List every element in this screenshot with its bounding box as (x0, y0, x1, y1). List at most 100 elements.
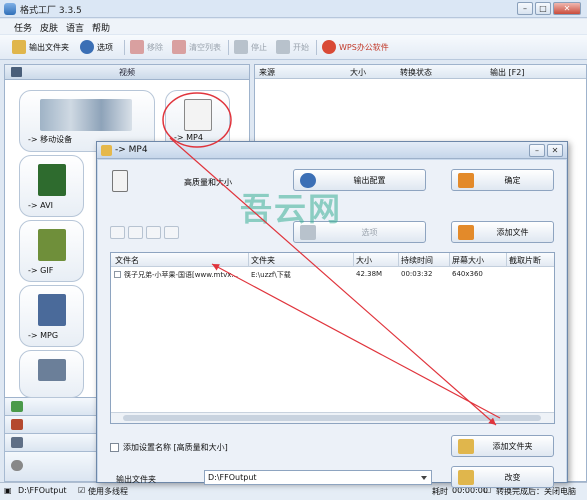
remove-file-icon[interactable] (110, 226, 125, 239)
mpeg-icon (38, 294, 66, 326)
menu-bar: 任务 皮肤 语言 帮助 (0, 19, 587, 34)
output-folder-label-dialog: 输出文件夹 (116, 475, 156, 484)
minimize-button[interactable]: – (517, 2, 533, 15)
tile-gif-label: -> GIF (28, 266, 54, 275)
menu-language[interactable]: 语言 (66, 21, 84, 34)
clear-files-icon[interactable] (128, 226, 143, 239)
elapsed-label: 耗时 (432, 487, 448, 496)
scrollbar-thumb[interactable] (123, 415, 541, 421)
video-category-header[interactable]: 视频 (5, 65, 249, 80)
music-icon (11, 401, 23, 412)
col-file-size[interactable]: 大小 (356, 255, 372, 266)
wps-icon (322, 40, 336, 54)
window-titlebar: 格式工厂 3.3.5 – □ ✕ (0, 0, 587, 18)
menu-help[interactable]: 帮助 (92, 21, 110, 34)
dialog-close-button[interactable]: ✕ (547, 144, 563, 157)
wps-button[interactable]: WPS办公软件 (322, 38, 389, 56)
col-status[interactable]: 转换状态 (400, 67, 432, 78)
avi-icon (38, 164, 66, 196)
file-list-scrollbar[interactable] (111, 412, 554, 423)
clear-list-label: 清空列表 (189, 42, 221, 52)
image-icon (11, 419, 23, 430)
menu-task[interactable]: 任务 (14, 21, 32, 34)
tile-mpg[interactable]: -> MPG (19, 285, 84, 347)
clear-list-button[interactable]: 清空列表 (172, 38, 221, 56)
wps-label: WPS办公软件 (339, 42, 389, 52)
col-duration[interactable]: 持续时间 (401, 255, 433, 266)
close-button[interactable]: ✕ (553, 2, 581, 15)
checkbox-box[interactable] (110, 442, 119, 452)
stop-button[interactable]: 停止 (234, 38, 267, 56)
col-filename[interactable]: 文件名 (115, 255, 139, 266)
dialog-icon (101, 145, 112, 156)
add-setting-name-label: 添加设置名称 [高质量和大小] (123, 442, 228, 452)
add-file-button[interactable]: 添加文件 (451, 221, 554, 243)
chevron-down-icon (421, 476, 427, 480)
col-screen-size[interactable]: 屏幕大小 (452, 255, 484, 266)
dialog-titlebar: -> MP4 – ✕ (97, 142, 567, 159)
stop-label: 停止 (251, 42, 267, 52)
output-folder-select[interactable]: D:\FFOutput (204, 470, 432, 485)
video-category-label: 视频 (119, 68, 135, 77)
add-folder-label: 添加文件夹 (492, 442, 533, 451)
col-source[interactable]: 来源 (259, 67, 275, 78)
file-row-icon (114, 271, 121, 278)
file-name: 筷子兄弟-小苹果-国语[www.mtvx... (124, 271, 239, 279)
toolbar: 输出文件夹 选项 移除 清空列表 停止 开始 WPS办公软件 (0, 35, 587, 60)
output-folder-label: 输出文件夹 (29, 42, 69, 52)
add-file-label: 添加文件 (496, 228, 529, 237)
mobile-device-icon (40, 99, 132, 131)
disc-icon (11, 460, 23, 471)
status-folder-icon: ▣ (4, 486, 12, 495)
output-folder-value: D:\FFOutput (208, 473, 257, 482)
col-size[interactable]: 大小 (350, 67, 366, 78)
output-folder-button[interactable]: 输出文件夹 (12, 38, 69, 56)
format-icon (38, 359, 66, 381)
start-button[interactable]: 开始 (276, 38, 309, 56)
tile-avi[interactable]: -> AVI (19, 155, 84, 217)
file-duration: 00:03:32 (401, 270, 433, 278)
gif-icon (38, 229, 66, 261)
file-size: 42.38M (356, 270, 383, 278)
multithread-checkbox[interactable]: ☑ (78, 486, 85, 495)
add-setting-name-checkbox[interactable]: 添加设置名称 [高质量和大小] (110, 441, 228, 453)
menu-skin[interactable]: 皮肤 (40, 21, 58, 34)
window-title: 格式工厂 3.3.5 (20, 6, 82, 16)
remove-icon (130, 40, 144, 54)
tile-mpg-label: -> MPG (28, 331, 59, 340)
file-folder: E:\uzzf\下载 (251, 271, 291, 279)
mp4-icon (184, 99, 212, 131)
file-list: 文件名 文件夹 大小 持续时间 屏幕大小 截取片断 筷子兄弟-小苹果-国语[ww… (110, 252, 555, 424)
change-label: 改变 (504, 473, 521, 482)
options-label: 选项 (97, 42, 113, 52)
task-list-header: 来源 大小 转换状态 输出 [F2] (255, 65, 586, 79)
document-icon (11, 437, 23, 448)
tile-mobile-label: -> 移动设备 (28, 135, 73, 144)
options-button[interactable]: 选项 (80, 38, 113, 56)
info-icon[interactable] (164, 226, 179, 239)
ok-label: 确定 (504, 176, 521, 185)
dialog-minimize-button[interactable]: – (529, 144, 545, 157)
remove-button[interactable]: 移除 (130, 38, 163, 56)
stop-icon (234, 40, 248, 54)
col-folder[interactable]: 文件夹 (251, 255, 275, 266)
folder-icon (12, 40, 26, 54)
start-icon (276, 40, 290, 54)
status-output-path[interactable]: D:\FFOutput (18, 486, 67, 495)
tile-avi-label: -> AVI (28, 201, 53, 210)
add-folder-button[interactable]: 添加文件夹 (451, 435, 554, 457)
ok-button[interactable]: 确定 (451, 169, 554, 191)
play-icon[interactable] (146, 226, 161, 239)
tile-gif[interactable]: -> GIF (19, 220, 84, 282)
multithread-label: 使用多线程 (88, 487, 128, 496)
app-icon (4, 3, 16, 15)
file-list-header: 文件名 文件夹 大小 持续时间 屏幕大小 截取片断 (111, 253, 554, 267)
tile-more[interactable] (19, 350, 84, 398)
col-output[interactable]: 输出 [F2] (490, 67, 524, 78)
clear-list-icon (172, 40, 186, 54)
options-icon (80, 40, 94, 54)
change-button[interactable]: 改变 (451, 466, 554, 488)
maximize-button[interactable]: □ (535, 2, 551, 15)
watermark: 吾云网 (240, 190, 343, 228)
col-clip[interactable]: 截取片断 (509, 255, 541, 266)
